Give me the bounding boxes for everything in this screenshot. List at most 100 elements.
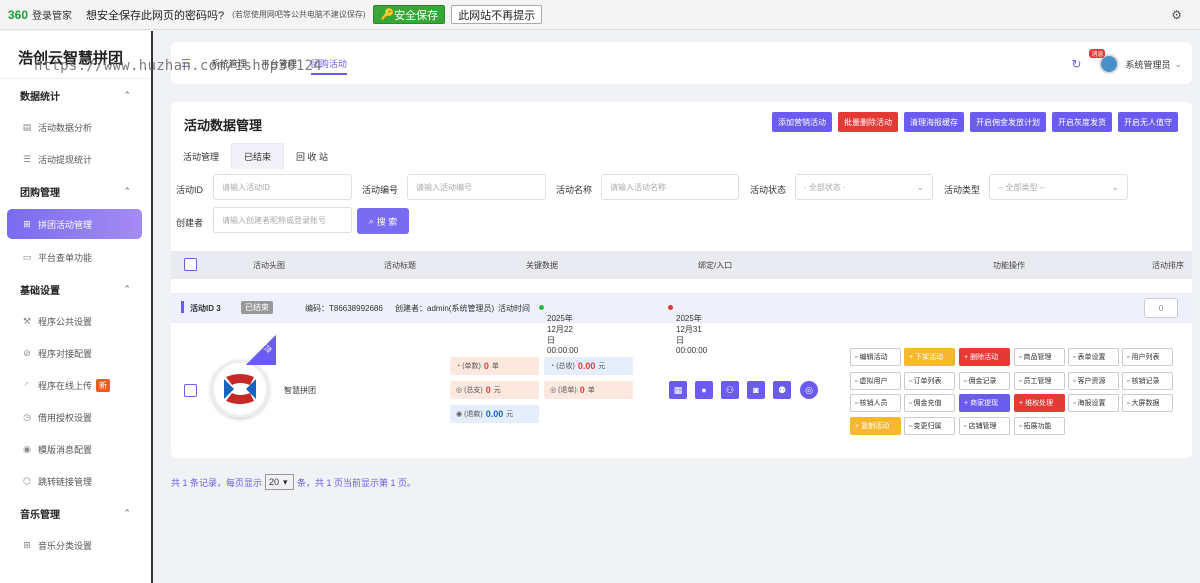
activity-start: 2025年12月22日 00:00:00 — [539, 303, 578, 355]
message-icon: ◉ — [23, 443, 31, 454]
sidebar-item[interactable]: ⊞ 音乐分类设置 — [0, 529, 151, 561]
sidebar-item[interactable]: ◉ 模版消息配置 — [0, 433, 151, 465]
function-icon: ▫ — [855, 353, 858, 361]
unattended-button[interactable]: 开启无人值守 — [1118, 112, 1178, 132]
function-icon: ▫ — [1019, 422, 1022, 430]
tab-ended[interactable]: 已结束 — [231, 143, 285, 169]
users-icon[interactable]: ⚇ — [721, 381, 739, 399]
col-header: 关键数据 — [526, 261, 558, 270]
status-badge: 已结束 — [241, 301, 273, 314]
sidebar-item[interactable]: ⚒ 程序公共设置 — [0, 305, 151, 337]
table-header: 活动头图 活动标题 关键数据 绑定/入口 功能操作 活动排序 — [171, 251, 1192, 279]
search-icon: ⌕ — [368, 215, 374, 226]
function-button[interactable]: ▫ 编辑活动 — [850, 348, 901, 366]
sidebar-item[interactable]: ▤ 活动数据分析 — [0, 111, 151, 143]
clock-icon: ◷ — [23, 411, 31, 422]
sidebar-item[interactable]: ⊘ 程序对接配置 — [0, 337, 151, 369]
brand-logo-icon — [224, 374, 256, 404]
sidebar-item[interactable]: ◷ 借用授权设置 — [0, 401, 151, 433]
tab-activity-manage[interactable]: 活动管理 — [171, 143, 231, 169]
stat-refund: ◉ (退款) 0.00 元 — [450, 405, 539, 423]
function-button[interactable]: ▫ 变更归属 — [904, 417, 955, 435]
refresh-icon[interactable]: ↻ — [1071, 57, 1081, 71]
function-icon: ▫ — [964, 422, 967, 430]
search-button[interactable]: ⌕ 搜 索 — [357, 208, 409, 234]
function-button[interactable]: ▫ 核销记录 — [1122, 372, 1173, 390]
function-button[interactable]: + 商家提现 — [959, 394, 1010, 412]
never-prompt-button[interactable]: 此网站不再提示 — [451, 5, 543, 24]
function-button[interactable]: ▫ 大屏数据 — [1122, 394, 1173, 412]
team-icon[interactable]: ⚉ — [773, 381, 791, 399]
sidebar-group[interactable]: 基础设置 ⌃ — [0, 273, 151, 305]
col-header: 绑定/入口 — [698, 261, 733, 270]
function-button[interactable]: ▫ 虚拟用户 — [850, 372, 901, 390]
pager-prefix: 共 1 条记录，每页显示 — [171, 477, 263, 488]
function-icon: ▫ — [1127, 399, 1130, 407]
qrcode-icon[interactable]: ▦ — [669, 381, 687, 399]
function-button[interactable]: + 复制活动 — [850, 417, 901, 435]
function-button[interactable]: ▫ 核销人员 — [850, 394, 901, 412]
360-logo: 360 — [8, 7, 29, 22]
row-checkbox[interactable] — [184, 384, 197, 397]
function-button[interactable]: ▫ 佣金记录 — [959, 372, 1010, 390]
col-header: 活动头图 — [253, 261, 285, 270]
function-button[interactable]: ▫ 佣金充值 — [904, 394, 955, 412]
activity-no-input[interactable]: 请输入活动编号 — [407, 174, 546, 200]
sidebar-group[interactable]: 音乐管理 ⌃ — [0, 497, 151, 529]
function-icon: + — [964, 399, 969, 407]
chevron-up-icon: ⌃ — [123, 507, 131, 518]
mini-program-icon[interactable]: ◙ — [747, 381, 765, 399]
gray-delivery-button[interactable]: 开启灰度发货 — [1052, 112, 1112, 132]
activity-status-select[interactable]: - 全部状态 - ⌄ — [795, 174, 933, 200]
save-password-question: 想安全保存此网页的密码吗? — [86, 9, 225, 22]
function-button[interactable]: ▫ 店铺管理 — [959, 417, 1010, 435]
sort-input[interactable]: 0 — [1144, 298, 1178, 318]
function-button[interactable]: ▫ 订单列表 — [904, 372, 955, 390]
function-button[interactable]: + 维权处理 — [1014, 394, 1065, 412]
sidebar: 浩创云智慧拼团 数据统计 ⌃ ▤ 活动数据分析 ☰ 活动提现统计 团购管理 ⌃ ⊞ 拼团活动管理 ▭… — [0, 31, 153, 583]
activity-id-input[interactable]: 请输入活动ID — [213, 174, 352, 200]
sidebar-item[interactable]: ◜ 程序在线上传新 — [0, 369, 151, 401]
chevron-down-icon[interactable]: ⌄ — [1174, 59, 1182, 70]
commission-plan-button[interactable]: 开启佣金发放计划 — [970, 112, 1046, 132]
group-icon: ⊞ — [23, 218, 31, 229]
activity-name-input[interactable]: 请输入活动名称 — [601, 174, 739, 200]
pagination: 共 1 条记录，每页显示 20 ▾ 条，共 1 页当前显示第 1 页。 — [171, 474, 416, 490]
function-icon: ▫ — [909, 422, 912, 430]
activity-cover-image[interactable] — [211, 360, 269, 418]
function-button[interactable]: + 删除活动 — [959, 348, 1010, 366]
sidebar-group[interactable]: 数据统计 ⌃ — [0, 79, 151, 111]
col-header: 功能操作 — [993, 261, 1025, 270]
avatar[interactable]: 消息 — [1089, 49, 1120, 74]
sidebar-item[interactable]: ☰ 活动提现统计 — [0, 143, 151, 175]
user-name[interactable]: 系统管理员 — [1125, 58, 1170, 71]
clear-poster-cache-button[interactable]: 清理海报缓存 — [904, 112, 964, 132]
function-button[interactable]: ▫ 拓展功能 — [1014, 417, 1065, 435]
function-icon: + — [964, 353, 969, 361]
safe-save-button[interactable]: 🔑 安全保存 — [373, 5, 446, 24]
creator-input[interactable]: 请输入创建者昵称或登录账号 — [213, 207, 352, 233]
add-activity-button[interactable]: 添加营销活动 — [772, 112, 832, 132]
grid-icon: ⊞ — [23, 539, 31, 550]
tab-recycle-bin[interactable]: 回 收 站 — [284, 143, 340, 169]
batch-delete-button[interactable]: 批量删除活动 — [838, 112, 898, 132]
activity-group-row: 活动ID 3 已结束 编码：T86638992686 创建者：admin(系统管… — [171, 293, 1192, 355]
circle-icon[interactable]: ◎ — [800, 381, 818, 399]
creator-label: 创建者 — [176, 218, 204, 228]
sidebar-item[interactable]: ⊞ 拼团活动管理 — [7, 209, 142, 239]
sidebar-group[interactable]: 团购管理 ⌃ — [0, 175, 151, 207]
function-button[interactable]: ▫ 用户列表 — [1122, 348, 1173, 366]
select-all-checkbox[interactable] — [184, 258, 197, 271]
user-icon[interactable]: ● — [695, 381, 713, 399]
function-button[interactable]: ▫ 海报设置 — [1068, 394, 1119, 412]
function-button[interactable]: + 下架活动 — [904, 348, 955, 366]
function-button[interactable]: ▫ 客户资源 — [1068, 372, 1119, 390]
sidebar-item[interactable]: ⬡ 跳转链接管理 — [0, 465, 151, 497]
page-size-select[interactable]: 20 ▾ — [265, 474, 295, 490]
function-button[interactable]: ▫ 商品管理 — [1014, 348, 1065, 366]
function-button[interactable]: ▫ 表单设置 — [1068, 348, 1119, 366]
activity-type-select[interactable]: -- 全部类型 -- ⌄ — [989, 174, 1128, 200]
function-button[interactable]: ▫ 员工管理 — [1014, 372, 1065, 390]
gear-icon[interactable]: ⚙ — [1171, 8, 1182, 22]
sidebar-item[interactable]: ▭ 平台查单功能 — [0, 241, 151, 273]
